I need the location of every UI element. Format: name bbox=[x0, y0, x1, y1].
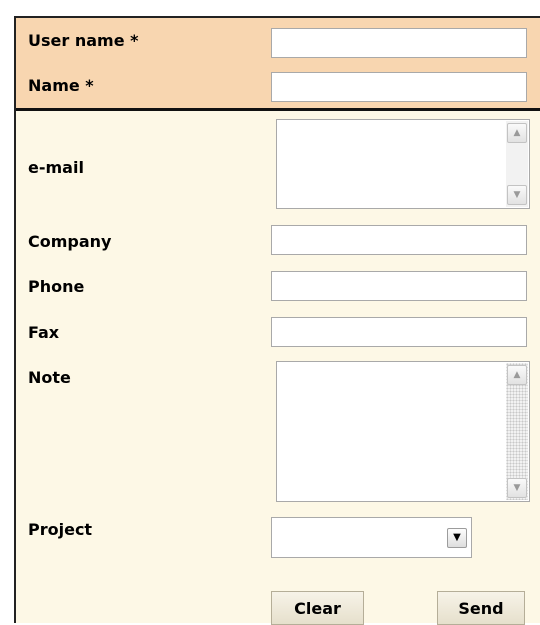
project-select[interactable]: ▼ bbox=[271, 517, 472, 558]
phone-input[interactable] bbox=[271, 271, 527, 301]
name-label: Name * bbox=[28, 76, 94, 95]
triangle-up-icon[interactable]: ▲ bbox=[507, 123, 527, 143]
username-input[interactable] bbox=[271, 28, 527, 58]
send-button[interactable]: Send bbox=[437, 591, 525, 625]
triangle-down-icon[interactable]: ▼ bbox=[507, 478, 527, 498]
phone-label: Phone bbox=[28, 277, 85, 296]
triangle-up-icon[interactable]: ▲ bbox=[507, 365, 527, 385]
clear-button[interactable]: Clear bbox=[271, 591, 364, 625]
email-scrollbar[interactable]: ▲ ▼ bbox=[506, 121, 528, 207]
note-scrollbar[interactable]: ▲ ▼ bbox=[506, 363, 528, 500]
username-label: User name * bbox=[28, 31, 139, 50]
company-input[interactable] bbox=[271, 225, 527, 255]
required-fields-section: User name * Name * bbox=[16, 18, 540, 111]
company-label: Company bbox=[28, 232, 112, 251]
note-textarea[interactable]: ▲ ▼ bbox=[276, 361, 530, 502]
chevron-down-icon[interactable]: ▼ bbox=[447, 528, 467, 548]
contact-form: User name * Name * e-mail ▲ ▼ Company Ph… bbox=[14, 16, 540, 625]
project-label: Project bbox=[28, 520, 93, 539]
note-label: Note bbox=[28, 368, 71, 387]
triangle-down-icon[interactable]: ▼ bbox=[507, 185, 527, 205]
name-input[interactable] bbox=[271, 72, 527, 102]
fax-input[interactable] bbox=[271, 317, 527, 347]
email-textarea[interactable]: ▲ ▼ bbox=[276, 119, 530, 209]
email-label: e-mail bbox=[28, 158, 84, 177]
fax-label: Fax bbox=[28, 323, 60, 342]
